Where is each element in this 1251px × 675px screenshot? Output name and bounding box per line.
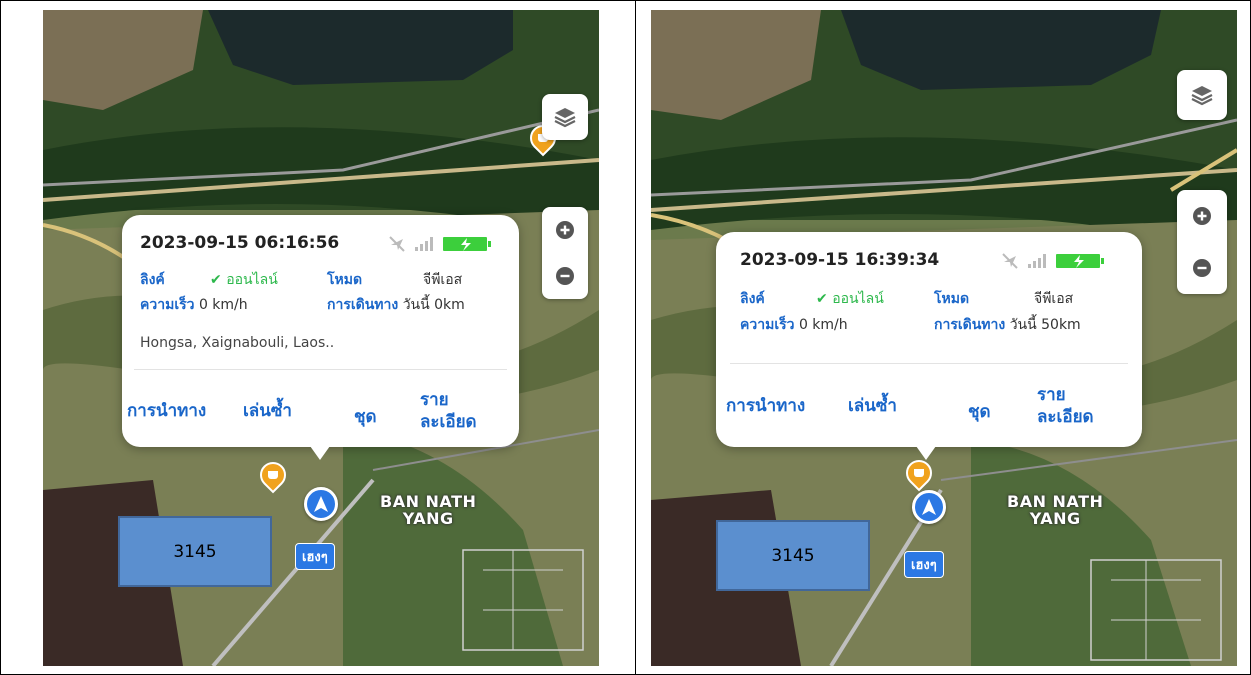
navigate-button[interactable]: การนำทาง	[726, 395, 805, 417]
battery-charging-icon	[442, 235, 492, 257]
navigation-arrow-icon	[922, 499, 936, 515]
vehicle-id-box: 3145	[716, 520, 870, 591]
status-row: ✔ ออนไลน์	[816, 288, 884, 310]
address: Hongsa, Xaignabouli, Laos..	[140, 335, 335, 351]
check-icon: ✔	[210, 272, 222, 288]
speed-label: ความเร็ว	[140, 297, 195, 313]
popup-divider	[134, 369, 507, 370]
link-row: ลิงค์	[740, 288, 765, 310]
place-label-line1: BAN NATH	[380, 492, 477, 511]
layers-icon[interactable]	[1177, 70, 1227, 120]
details-button[interactable]: ราย ละเอียด	[1037, 384, 1094, 428]
vehicle-tag[interactable]: เฮงๆ	[904, 551, 944, 578]
link-row: ลิงค์	[140, 269, 165, 291]
battery-charging-icon	[1055, 252, 1105, 274]
place-label-line2: YANG	[402, 509, 454, 528]
replay-button[interactable]: เล่นซ้ำ	[243, 400, 292, 422]
speed-value: 0 km/h	[798, 317, 848, 333]
details-label-line1: ราย	[420, 390, 449, 410]
trip-row: การเดินทาง วันนี้ 0km	[327, 294, 465, 316]
status-row: ✔ ออนไลน์	[210, 269, 278, 291]
screenshot-frame: 2023-09-15 06:16:56 ลิงค์ ✔ ออนไลน์ โหมด…	[0, 0, 1251, 675]
place-label-line2: YANG	[1029, 509, 1081, 528]
mode-value: จีพีเอส	[1034, 291, 1074, 307]
mode-value: จีพีเอส	[423, 272, 463, 288]
popup-divider	[730, 363, 1128, 364]
trip-label: การเดินทาง	[934, 317, 1006, 333]
status-icons	[388, 235, 492, 257]
zoom-in-icon[interactable]	[1177, 190, 1227, 242]
vehicle-info-popup: 2023-09-15 16:39:34 ลิงค์ ✔ ออนไลน์ โหมด…	[716, 232, 1142, 460]
mode-label: โหมด	[327, 272, 363, 288]
vehicle-info-popup: 2023-09-15 06:16:56 ลิงค์ ✔ ออนไลน์ โหมด…	[122, 215, 519, 460]
navigate-button[interactable]: การนำทาง	[127, 400, 206, 422]
vehicle-position-marker[interactable]	[912, 490, 946, 524]
zoom-control[interactable]	[1177, 190, 1227, 294]
trip-row: การเดินทาง วันนี้ 50km	[934, 314, 1081, 336]
trip-value: วันนี้ 50km	[1009, 317, 1081, 333]
layers-control[interactable]	[542, 94, 588, 140]
mode-row: โหมด	[327, 269, 362, 291]
set-button[interactable]: ชุด	[968, 401, 991, 423]
vehicle-position-marker[interactable]	[304, 487, 338, 521]
popup-pointer	[916, 446, 936, 460]
place-label: BAN NATH YANG	[380, 493, 476, 527]
gps-off-icon	[1001, 252, 1019, 274]
place-label: BAN NATH YANG	[1007, 493, 1103, 527]
link-label: ลิงค์	[740, 291, 765, 307]
status-online: ออนไลน์	[226, 272, 278, 288]
zoom-in-icon[interactable]	[542, 207, 588, 253]
status-icons	[1001, 252, 1105, 274]
link-label: ลิงค์	[140, 272, 165, 288]
details-label-line2: ละเอียด	[1037, 407, 1094, 427]
timestamp: 2023-09-15 06:16:56	[140, 233, 340, 253]
set-button[interactable]: ชุด	[354, 406, 377, 428]
mode-row: โหมด	[934, 288, 969, 310]
place-label-line1: BAN NATH	[1007, 492, 1104, 511]
trip-label: การเดินทาง	[327, 297, 399, 313]
zoom-control[interactable]	[542, 207, 588, 299]
mode-value-row: จีพีเอส	[1034, 288, 1073, 310]
vehicle-tag[interactable]: เฮงๆ	[295, 543, 335, 570]
mode-label: โหมด	[934, 291, 970, 307]
speed-row: ความเร็ว 0 km/h	[140, 294, 248, 316]
replay-button[interactable]: เล่นซ้ำ	[848, 395, 897, 417]
map-screen-left[interactable]: 2023-09-15 06:16:56 ลิงค์ ✔ ออนไลน์ โหมด…	[43, 10, 599, 666]
panel-divider	[635, 0, 636, 675]
status-online: ออนไลน์	[832, 291, 884, 307]
layers-control[interactable]	[1177, 70, 1227, 120]
popup-pointer	[310, 446, 330, 460]
speed-label: ความเร็ว	[740, 317, 795, 333]
speed-row: ความเร็ว 0 km/h	[740, 314, 848, 336]
speed-value: 0 km/h	[198, 297, 248, 313]
timestamp: 2023-09-15 16:39:34	[740, 250, 940, 270]
trip-value: วันนี้ 0km	[402, 297, 465, 313]
zoom-out-icon[interactable]	[542, 253, 588, 299]
layers-icon[interactable]	[542, 94, 588, 140]
vehicle-id-box: 3145	[118, 516, 272, 587]
zoom-out-icon[interactable]	[1177, 242, 1227, 294]
signal-icon	[1027, 253, 1047, 273]
details-label-line2: ละเอียด	[420, 412, 477, 432]
signal-icon	[414, 236, 434, 256]
gps-off-icon	[388, 235, 406, 257]
mode-value-row: จีพีเอส	[423, 269, 462, 291]
check-icon: ✔	[816, 291, 828, 307]
navigation-arrow-icon	[314, 496, 328, 512]
map-screen-right[interactable]: 2023-09-15 16:39:34 ลิงค์ ✔ ออนไลน์ โหมด…	[651, 10, 1237, 666]
details-button[interactable]: ราย ละเอียด	[420, 389, 477, 433]
details-label-line1: ราย	[1037, 385, 1066, 405]
